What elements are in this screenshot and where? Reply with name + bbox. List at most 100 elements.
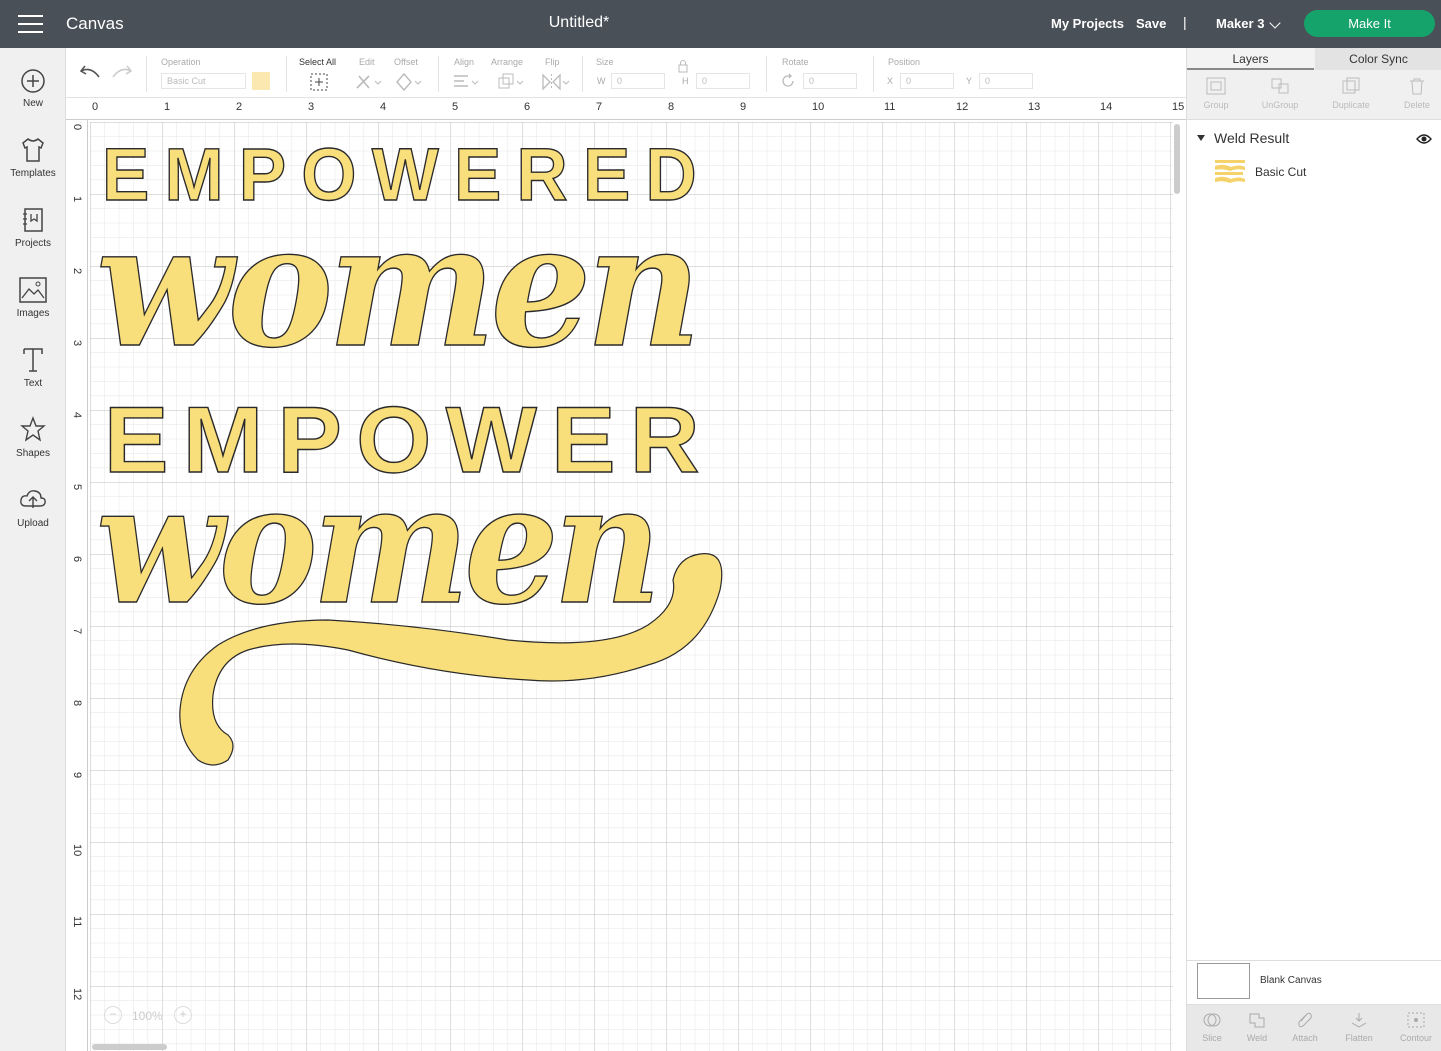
zoom-control: − 100% + xyxy=(100,1002,200,1028)
toolbar-divider xyxy=(766,56,767,92)
layer-thumbnail xyxy=(1215,160,1245,183)
edit-icon[interactable] xyxy=(354,72,382,92)
attach-label: Attach xyxy=(1292,1033,1318,1043)
flip-icon[interactable] xyxy=(540,72,570,92)
make-it-button[interactable]: Make It xyxy=(1304,10,1435,37)
rotate-label: Rotate xyxy=(782,57,809,67)
operation-select[interactable]: Basic Cut xyxy=(161,73,246,89)
ruler-left-tick: 1 xyxy=(71,196,83,203)
zoom-in-button[interactable]: + xyxy=(174,1006,192,1024)
layer-actions: Group UnGroup Duplicate Delete xyxy=(1187,70,1441,120)
delete-button[interactable]: Delete xyxy=(1388,76,1441,110)
align-icon[interactable] xyxy=(451,72,479,92)
select-all-icon[interactable] xyxy=(309,72,329,92)
ruler-top-tick: 1 xyxy=(164,101,171,113)
slice-icon xyxy=(1203,1013,1221,1027)
sidebar-item-shapes[interactable]: Shapes xyxy=(0,416,66,459)
size-label: Size xyxy=(596,57,614,67)
caret-down-icon[interactable] xyxy=(1197,135,1205,141)
chevron-down-icon[interactable] xyxy=(1269,17,1281,29)
tab-color-sync[interactable]: Color Sync xyxy=(1315,48,1441,70)
design-canvas[interactable]: 0 1 2 3 4 5 6 7 8 9 10 11 12 13 14 15 0 1 2 3 4 5 6 7 8 9 10 11 12 … xyxy=(66,98,1186,1051)
layer-group-weld-result[interactable]: Weld Result xyxy=(1187,128,1441,150)
machine-selector[interactable]: Maker 3 xyxy=(1216,16,1264,31)
y-label: Y xyxy=(966,76,973,86)
sidebar-item-templates[interactable]: Templates xyxy=(0,136,66,179)
height-input[interactable]: 0 xyxy=(696,73,750,89)
arrange-icon[interactable] xyxy=(496,72,524,92)
ungroup-button[interactable]: UnGroup xyxy=(1251,76,1309,110)
layer-item[interactable]: Basic Cut xyxy=(1187,154,1441,190)
ruler-top-tick: 10 xyxy=(812,101,825,113)
ruler-top-tick: 6 xyxy=(524,101,531,113)
ruler-top-tick: 9 xyxy=(740,101,747,113)
rotate-icon[interactable] xyxy=(780,73,796,89)
ungroup-label: UnGroup xyxy=(1261,100,1299,110)
sidebar-item-text[interactable]: Text xyxy=(0,346,66,389)
left-sidebar: New Templates Projects Images Text Shape… xyxy=(0,48,66,1051)
blank-canvas-label: Blank Canvas xyxy=(1260,975,1322,986)
y-position-input[interactable]: 0 xyxy=(979,73,1033,89)
ruler-top-tick: 14 xyxy=(1100,101,1113,113)
horizontal-ruler: 0 1 2 3 4 5 6 7 8 9 10 11 12 13 14 15 xyxy=(66,98,1186,120)
ruler-left-tick: 3 xyxy=(71,340,83,347)
width-input[interactable]: 0 xyxy=(611,73,665,89)
ruler-left-tick: 10 xyxy=(71,844,83,857)
slice-button[interactable]: Slice xyxy=(1187,1011,1237,1043)
toolbar-divider xyxy=(438,56,439,92)
x-position-input[interactable]: 0 xyxy=(900,73,954,89)
sidebar-item-label: Templates xyxy=(10,168,56,179)
flatten-button[interactable]: Flatten xyxy=(1334,1011,1384,1043)
ruler-top-tick: 12 xyxy=(956,101,969,113)
operation-color-swatch[interactable] xyxy=(252,72,270,90)
duplicate-label: Duplicate xyxy=(1332,100,1370,110)
rotate-input[interactable]: 0 xyxy=(803,73,857,89)
ruler-top-tick: 11 xyxy=(884,101,896,113)
sidebar-item-upload[interactable]: Upload xyxy=(0,486,66,529)
position-label: Position xyxy=(888,57,921,67)
duplicate-icon xyxy=(1342,77,1360,94)
offset-icon[interactable] xyxy=(394,72,422,92)
toolbar-divider xyxy=(582,56,583,92)
ruler-top-tick: 4 xyxy=(380,101,387,113)
lock-icon[interactable] xyxy=(677,59,689,73)
attach-button[interactable]: Attach xyxy=(1280,1011,1330,1043)
document-title[interactable]: Untitled* xyxy=(0,14,1158,32)
sidebar-item-projects[interactable]: Projects xyxy=(0,206,66,249)
design-text-women-1: women xyxy=(96,186,696,386)
shapes-icon xyxy=(20,416,46,442)
design-text-women-2: women xyxy=(96,447,656,641)
shirt-icon xyxy=(22,138,44,162)
ruler-left-tick: 7 xyxy=(71,628,83,635)
weld-button[interactable]: Weld xyxy=(1232,1011,1282,1043)
contour-icon xyxy=(1407,1012,1425,1028)
right-panel: Layers Color Sync Group UnGroup Duplicat… xyxy=(1186,48,1441,1051)
slice-label: Slice xyxy=(1202,1033,1222,1043)
contour-button[interactable]: Contour xyxy=(1391,1011,1441,1043)
offset-label: Offset xyxy=(394,57,418,67)
my-projects-link[interactable]: My Projects xyxy=(1051,16,1124,31)
edit-label: Edit xyxy=(359,57,375,67)
sidebar-item-images[interactable]: Images xyxy=(0,276,66,319)
sidebar-item-label: Projects xyxy=(14,238,52,249)
height-label: H xyxy=(682,76,689,86)
weld-result-design[interactable]: EMPOWERED women EMPOWER women xyxy=(88,120,808,800)
save-button[interactable]: Save xyxy=(1136,16,1166,31)
image-icon xyxy=(19,277,47,303)
eye-icon[interactable] xyxy=(1416,133,1432,145)
tab-layers[interactable]: Layers xyxy=(1187,48,1314,70)
horizontal-scrollbar[interactable] xyxy=(92,1044,167,1050)
ruler-left-tick: 12 xyxy=(71,988,83,1001)
text-icon xyxy=(23,348,43,372)
ruler-left-tick: 6 xyxy=(71,556,83,563)
sidebar-item-label: Images xyxy=(16,308,50,319)
align-label: Align xyxy=(454,57,475,67)
blank-canvas-row[interactable]: Blank Canvas xyxy=(1187,960,1441,1004)
sidebar-item-new[interactable]: New xyxy=(0,68,66,109)
group-button[interactable]: Group xyxy=(1187,76,1245,110)
redo-icon[interactable] xyxy=(111,63,133,81)
zoom-out-button[interactable]: − xyxy=(104,1006,122,1024)
undo-icon[interactable] xyxy=(79,63,101,81)
duplicate-button[interactable]: Duplicate xyxy=(1322,76,1380,110)
vertical-scrollbar[interactable] xyxy=(1174,124,1180,194)
